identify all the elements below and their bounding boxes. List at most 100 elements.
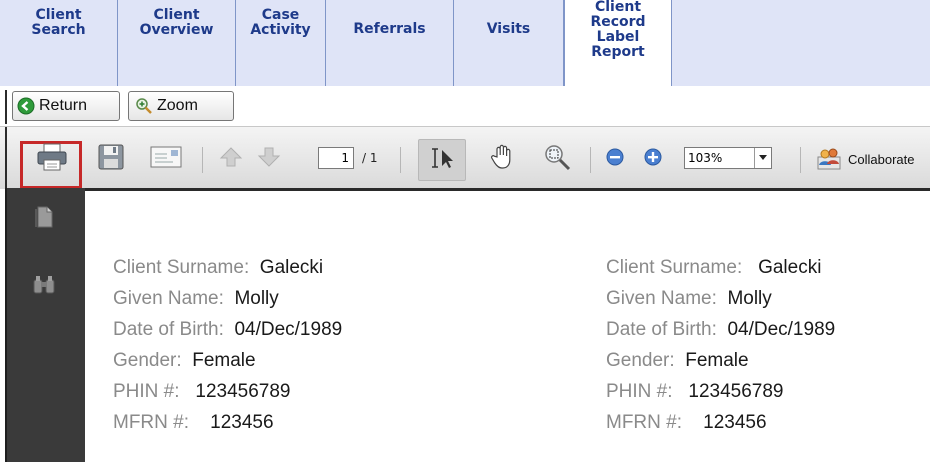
save-button[interactable] <box>94 143 128 175</box>
tab-label-line: Report <box>591 44 645 60</box>
select-tool-button[interactable] <box>418 139 466 181</box>
printer-icon <box>36 142 68 177</box>
pages-panel-button[interactable] <box>29 204 59 234</box>
action-button-row: Return Zoom <box>0 86 930 126</box>
given-name-value: Molly <box>727 288 772 309</box>
mfrn-value: 123456 <box>210 412 274 433</box>
tab-label-line: Record <box>590 14 646 30</box>
tab-client-record-label-report[interactable]: Client Record Label Report <box>564 0 672 86</box>
mfrn-label: MFRN #: <box>606 412 682 433</box>
dob-label: Date of Birth: <box>606 319 717 340</box>
tab-label-line: Client <box>35 7 82 23</box>
gender-label: Gender: <box>113 350 182 371</box>
surname-row: Client Surname: Galecki <box>606 257 835 288</box>
binoculars-icon <box>32 274 56 301</box>
toolbar-separator <box>590 147 591 173</box>
next-page-button[interactable] <box>254 143 284 175</box>
phin-label: PHIN #: <box>606 381 673 402</box>
hand-icon <box>489 143 517 176</box>
phin-value: 123456789 <box>688 381 784 402</box>
tab-label-line: Label <box>596 29 640 45</box>
given-name-row: Given Name: Molly <box>606 288 835 319</box>
minus-circle-icon <box>605 147 625 172</box>
tab-label-line: Client <box>153 7 200 23</box>
surname-row: Client Surname: Galecki <box>113 257 342 288</box>
mfrn-row: MFRN #: 123456 <box>113 412 342 443</box>
phin-row: PHIN #: 123456789 <box>606 381 835 412</box>
dob-row: Date of Birth: 04/Dec/1989 <box>113 319 342 350</box>
mfrn-value: 123456 <box>703 412 767 433</box>
gender-value: Female <box>685 350 749 371</box>
surname-value: Galecki <box>758 257 822 278</box>
client-label-card: Client Surname: Galecki Given Name: Moll… <box>113 257 342 443</box>
zoom-out-button[interactable] <box>602 143 628 175</box>
top-navigation: Client Search Client Overview Case Activ… <box>0 0 930 90</box>
dob-row: Date of Birth: 04/Dec/1989 <box>606 319 835 350</box>
zoom-magnifier-icon <box>542 142 572 177</box>
tab-label-line: Case <box>261 7 300 23</box>
back-arrow-icon <box>17 97 35 115</box>
pdf-toolbar: 1 / 1 103% Collaborate <box>0 126 930 189</box>
dob-value: 04/Dec/1989 <box>234 319 343 340</box>
dob-value: 04/Dec/1989 <box>727 319 836 340</box>
tab-label-line: Search <box>31 22 86 38</box>
mfrn-row: MFRN #: 123456 <box>606 412 835 443</box>
toolbar-separator <box>202 147 203 173</box>
given-name-label: Given Name: <box>113 288 224 309</box>
tab-label-line: Activity <box>250 22 311 38</box>
floppy-disk-icon <box>97 143 125 176</box>
given-name-label: Given Name: <box>606 288 717 309</box>
given-name-row: Given Name: Molly <box>113 288 342 319</box>
tab-referrals[interactable]: Referrals <box>326 0 454 86</box>
frame-border <box>5 127 7 189</box>
tab-client-search[interactable]: Client Search <box>0 0 118 86</box>
collaborate-label: Collaborate <box>848 152 915 167</box>
toolbar-separator <box>400 147 401 173</box>
toolbar-separator <box>800 147 801 173</box>
arrow-up-icon <box>219 145 243 174</box>
client-label-card: Client Surname: Galecki Given Name: Moll… <box>606 257 835 443</box>
gender-row: Gender: Female <box>606 350 835 381</box>
frame-border <box>5 90 7 124</box>
surname-value: Galecki <box>259 257 324 278</box>
tab-visits[interactable]: Visits <box>454 0 564 86</box>
collaborate-button[interactable]: Collaborate <box>816 145 915 174</box>
pdf-document-page: Client Surname: Galecki Given Name: Moll… <box>85 188 930 465</box>
chevron-down-icon <box>759 155 767 160</box>
surname-label: Client Surname: <box>606 257 743 278</box>
page-number-input[interactable]: 1 <box>318 147 354 169</box>
page-total: / 1 <box>362 151 378 165</box>
zoom-in-button[interactable] <box>640 143 666 175</box>
text-select-cursor-icon <box>427 146 457 175</box>
magnifier-icon <box>135 97 153 115</box>
collaborate-people-icon <box>816 145 842 174</box>
zoom-level-value: 103% <box>688 151 723 165</box>
hand-tool-button[interactable] <box>486 143 520 175</box>
tab-label-line: Referrals <box>353 21 426 37</box>
nav-empty-area <box>672 0 930 86</box>
zoom-button[interactable]: Zoom <box>128 91 234 121</box>
return-button[interactable]: Return <box>12 91 120 121</box>
gender-label: Gender: <box>606 350 675 371</box>
phin-row: PHIN #: 123456789 <box>113 381 342 412</box>
dob-label: Date of Birth: <box>113 319 224 340</box>
mfrn-label: MFRN #: <box>113 412 189 433</box>
tab-label-line: Client <box>594 0 642 15</box>
return-button-label: Return <box>39 97 88 114</box>
arrow-down-icon <box>257 145 281 174</box>
phin-label: PHIN #: <box>113 381 180 402</box>
previous-page-button[interactable] <box>216 143 246 175</box>
email-button[interactable] <box>146 143 186 175</box>
print-button[interactable] <box>34 143 70 175</box>
select-divider <box>754 148 755 168</box>
gender-value: Female <box>192 350 256 371</box>
search-panel-button[interactable] <box>29 272 59 302</box>
marquee-zoom-button[interactable] <box>540 143 574 175</box>
tab-client-overview[interactable]: Client Overview <box>118 0 236 86</box>
tab-case-activity[interactable]: Case Activity <box>236 0 326 86</box>
zoom-level-select[interactable]: 103% <box>684 147 772 169</box>
pages-icon <box>34 205 54 234</box>
zoom-button-label: Zoom <box>157 97 198 114</box>
navigation-sidepanel <box>5 188 87 462</box>
tab-label-line: Overview <box>139 22 214 38</box>
